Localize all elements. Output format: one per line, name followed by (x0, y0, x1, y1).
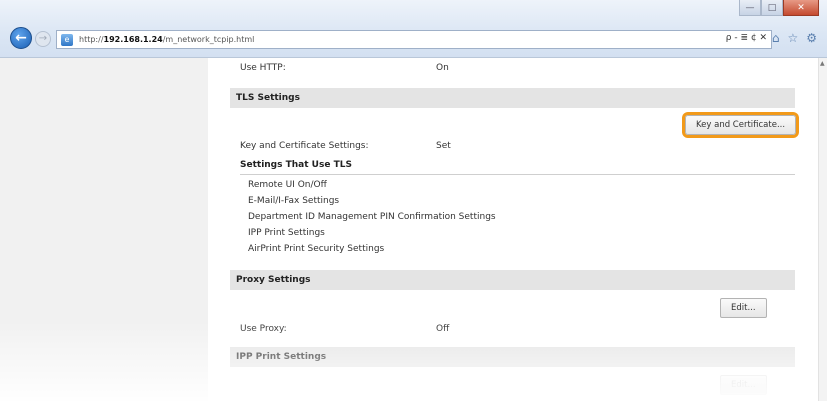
scroll-up-arrow-icon[interactable]: ▲ (820, 60, 825, 67)
key-and-certificate-button[interactable]: Key and Certificate... (685, 115, 797, 135)
browser-toolbar: — □ ✕ ← → e http://192.168.1.24/m_networ… (0, 0, 827, 58)
tls-item-email-ifax: E-Mail/I-Fax Settings (248, 196, 340, 206)
ipp-edit-button[interactable]: Edit... (720, 375, 767, 395)
tls-subheading: Settings That Use TLS (240, 160, 352, 170)
key-certificate-value: Set (436, 141, 451, 151)
tls-item-dept-id-pin: Department ID Management PIN Confirmatio… (248, 212, 496, 222)
url-host: 192.168.1.24 (103, 35, 163, 44)
home-icon[interactable]: ⌂ (772, 31, 780, 45)
url-path: /m_network_tcpip.html (162, 35, 255, 44)
page-icon: e (61, 33, 73, 46)
page-viewport: Use HTTP: On TLS Settings Key and Certif… (0, 58, 818, 401)
tls-item-airprint-security: AirPrint Print Security Settings (248, 244, 385, 254)
close-button[interactable]: ✕ (783, 0, 819, 16)
vertical-scrollbar[interactable]: ▲ (818, 58, 827, 401)
use-http-label: Use HTTP: (240, 63, 286, 73)
use-proxy-value: Off (436, 324, 450, 334)
favorites-star-icon[interactable]: ☆ (787, 31, 798, 45)
use-http-value: On (436, 63, 449, 73)
left-nav-pane (0, 58, 208, 401)
address-bar[interactable]: e http://192.168.1.24/m_network_tcpip.ht… (56, 30, 772, 49)
proxy-settings-heading: Proxy Settings (230, 270, 795, 290)
tls-item-ipp-print: IPP Print Settings (248, 228, 325, 238)
url-prefix: http:// (79, 35, 104, 44)
toolbar-icons: ⌂ ☆ ⚙ (772, 31, 817, 45)
subheading-divider (240, 174, 795, 175)
window-controls: — □ ✕ (739, 0, 819, 16)
url-text[interactable]: http://192.168.1.24/m_network_tcpip.html (79, 35, 254, 44)
back-arrow-icon[interactable]: ← (10, 27, 32, 49)
tls-item-remote-ui: Remote UI On/Off (248, 180, 327, 190)
maximize-button[interactable]: □ (761, 0, 783, 16)
tls-settings-heading: TLS Settings (230, 88, 795, 108)
proxy-edit-button[interactable]: Edit... (720, 298, 767, 318)
minimize-button[interactable]: — (739, 0, 761, 16)
key-certificate-label: Key and Certificate Settings: (240, 141, 369, 151)
address-tools[interactable]: ρ - ≣ ¢ ✕ (726, 33, 767, 43)
gear-icon[interactable]: ⚙ (806, 31, 817, 45)
ipp-print-settings-heading: IPP Print Settings (230, 347, 795, 367)
forward-arrow-icon[interactable]: → (35, 31, 51, 47)
use-proxy-label: Use Proxy: (240, 324, 287, 334)
